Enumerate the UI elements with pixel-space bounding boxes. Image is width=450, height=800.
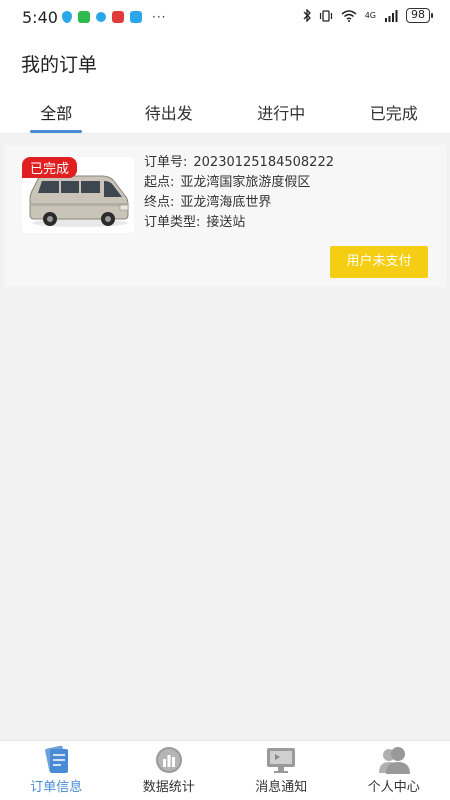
wifi-icon bbox=[341, 9, 357, 22]
order-type-label: 订单类型: bbox=[144, 215, 201, 230]
end-value: 亚龙湾海底世界 bbox=[180, 195, 272, 210]
shield-app-icon bbox=[62, 11, 72, 23]
tab-completed[interactable]: 已完成 bbox=[338, 88, 450, 133]
browser-app-icon bbox=[96, 12, 106, 22]
tab-pending[interactable]: 待出发 bbox=[113, 88, 226, 133]
signal-icon bbox=[385, 9, 398, 22]
vehicle-thumbnail: 已完成 bbox=[22, 157, 134, 233]
order-type-value: 接送站 bbox=[206, 215, 246, 230]
order-number-label: 订单号: bbox=[144, 155, 188, 170]
order-info-icon bbox=[45, 745, 69, 773]
nav-label-data-stats: 数据统计 bbox=[142, 780, 195, 795]
nav-label-messages: 消息通知 bbox=[255, 780, 308, 795]
order-number-value: 20230125184508222 bbox=[193, 155, 334, 170]
header: 我的订单 bbox=[0, 36, 450, 88]
mail-app-icon bbox=[112, 11, 124, 23]
data-stats-icon bbox=[155, 747, 182, 773]
message-icon bbox=[267, 748, 296, 773]
nav-label-profile: 个人中心 bbox=[367, 780, 420, 795]
start-value: 亚龙湾国家旅游度假区 bbox=[180, 175, 311, 190]
nav-label-order-info: 订单信息 bbox=[30, 780, 83, 795]
start-label: 起点: bbox=[144, 175, 175, 190]
order-info: 订单号: 20230125184508222 起点: 亚龙湾国家旅游度假区 终点: 亚… bbox=[144, 153, 334, 233]
nav-item-data-stats[interactable]: 数据统计 bbox=[113, 741, 226, 800]
tab-all[interactable]: 全部 bbox=[0, 88, 113, 133]
status-bar: 5:40 ··· 4G 98 bbox=[0, 0, 450, 36]
order-card[interactable]: 已完成 订单号: 20230125184508222 起点: 亚龙湾国家旅游度假区 … bbox=[4, 145, 446, 287]
start-row: 起点: 亚龙湾国家旅游度假区 bbox=[144, 173, 334, 193]
order-type-row: 订单类型: 接送站 bbox=[144, 213, 334, 233]
nav-item-profile[interactable]: 个人中心 bbox=[338, 741, 450, 800]
order-tabs: 全部 待出发 进行中 已完成 bbox=[0, 88, 450, 134]
unpaid-button[interactable]: 用户未支付 bbox=[330, 246, 428, 278]
status-app-icons: ··· bbox=[62, 10, 166, 24]
battery-icon: 98 bbox=[406, 8, 433, 23]
network-label: 4G bbox=[364, 11, 376, 20]
page-title: 我的订单 bbox=[21, 54, 98, 76]
nav-item-messages[interactable]: 消息通知 bbox=[225, 741, 338, 800]
profile-icon bbox=[378, 747, 410, 774]
end-label: 终点: bbox=[144, 195, 175, 210]
tab-in-progress[interactable]: 进行中 bbox=[225, 88, 338, 133]
more-icon: ··· bbox=[152, 10, 167, 24]
end-row: 终点: 亚龙湾海底世界 bbox=[144, 193, 334, 213]
status-time: 5:40 bbox=[22, 8, 58, 27]
wechat-app-icon bbox=[78, 11, 90, 23]
nav-item-order-info[interactable]: 订单信息 bbox=[0, 741, 113, 800]
search-app-icon bbox=[130, 11, 142, 23]
bluetooth-icon bbox=[303, 9, 311, 22]
status-badge: 已完成 bbox=[22, 157, 78, 178]
vibrate-icon bbox=[319, 9, 332, 22]
order-number-row: 订单号: 20230125184508222 bbox=[144, 153, 334, 173]
status-indicators: 4G 98 bbox=[303, 8, 433, 23]
bottom-nav: 订单信息 数据统计 消息通知 个人中心 bbox=[0, 740, 450, 800]
